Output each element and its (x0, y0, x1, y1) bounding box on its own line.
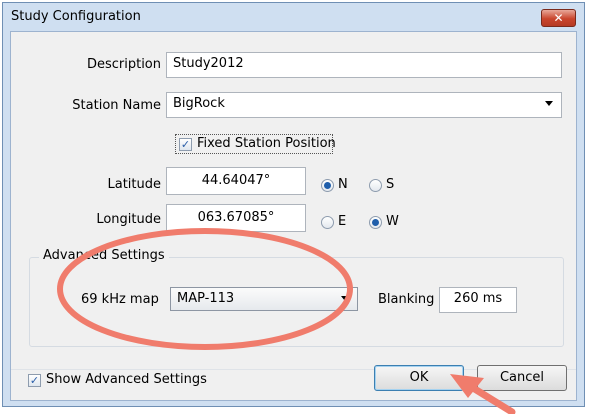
annotation-overlay (57, 228, 516, 414)
highlight-ellipse (57, 228, 353, 350)
pointer-arrow-icon (450, 374, 516, 414)
